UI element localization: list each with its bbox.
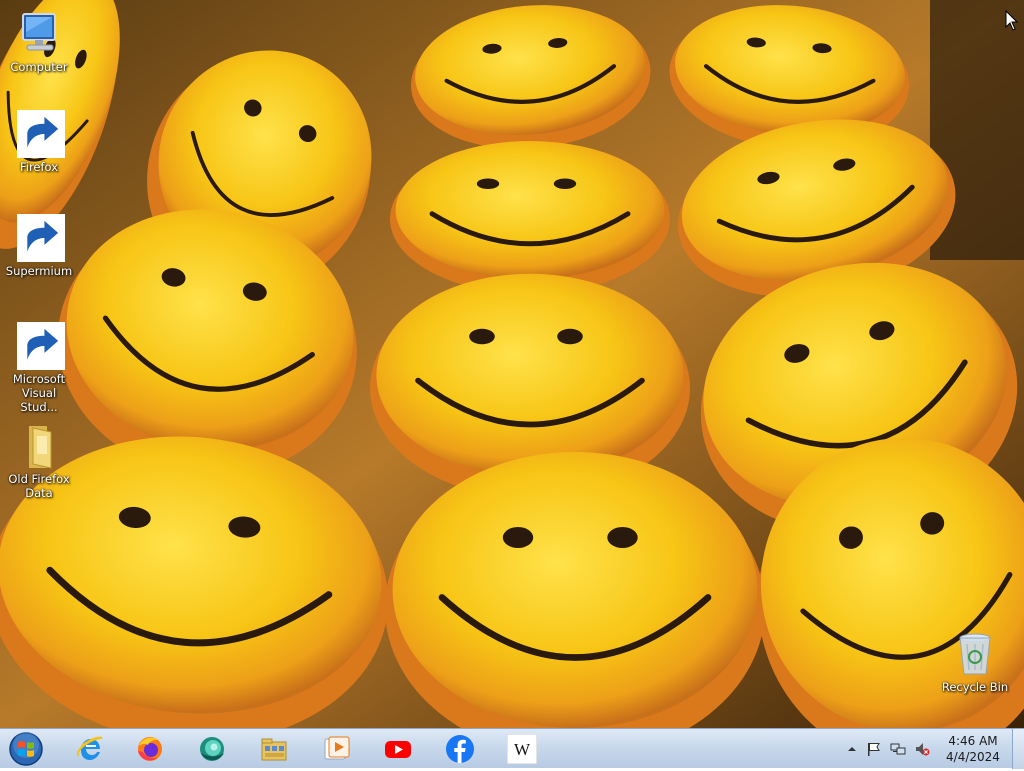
facebook-icon <box>446 735 474 763</box>
taskbar-button-firefox[interactable] <box>124 732 176 766</box>
start-button[interactable] <box>6 731 46 767</box>
internet-explorer-icon <box>76 736 103 760</box>
desktop-icon-old-firefox-data[interactable]: Old Firefox Data <box>2 422 76 500</box>
supermium-icon <box>15 214 65 262</box>
media-player-icon <box>324 736 350 760</box>
windows-start-icon <box>9 732 43 766</box>
volume-muted-icon[interactable] <box>914 741 930 757</box>
youtube-icon <box>385 741 411 758</box>
taskbar-button-file-explorer[interactable] <box>248 732 300 766</box>
desktop-icon-firefox[interactable]: Firefox <box>2 110 76 174</box>
taskbar-button-media-player[interactable] <box>310 732 362 766</box>
mouse-cursor-icon <box>1005 10 1019 31</box>
desktop-icon-label: Supermium <box>5 264 73 278</box>
wikipedia-icon: W <box>507 734 537 764</box>
wallpaper-smiley-donuts <box>0 0 1024 728</box>
wikipedia-glyph: W <box>514 740 531 759</box>
computer-icon <box>15 10 63 58</box>
visual-studio-icon <box>15 322 65 370</box>
clock-time: 4:46 AM <box>948 734 998 748</box>
taskbar-button-facebook[interactable] <box>434 732 486 766</box>
firefox-icon <box>138 737 162 761</box>
desktop-icon-label: Old Firefox Data <box>8 472 70 500</box>
taskbar-button-wikipedia[interactable]: W <box>496 732 548 766</box>
desktop-icon-recycle-bin[interactable]: Recycle Bin <box>938 630 1012 694</box>
shortcut-arrow-icon <box>17 322 65 370</box>
action-center-flag-icon[interactable] <box>866 741 882 757</box>
folder-icon <box>15 422 63 470</box>
desktop-icon-label: Microsoft Visual Stud... <box>12 372 66 414</box>
network-icon[interactable] <box>890 741 906 757</box>
clock[interactable]: 4:46 AM 4/4/2024 <box>934 733 1012 765</box>
supermium-icon <box>200 737 224 761</box>
taskbar-button-youtube[interactable] <box>372 732 424 766</box>
show-hidden-icons-arrow[interactable] <box>844 741 860 757</box>
file-explorer-icon <box>261 738 287 761</box>
desktop-icon-label: Firefox <box>19 160 59 174</box>
desktop-icon-label: Computer <box>10 60 68 74</box>
shortcut-arrow-icon <box>17 214 65 262</box>
desktop-icon-label: Recycle Bin <box>941 680 1009 694</box>
show-desktop-button[interactable] <box>1012 729 1024 769</box>
taskbar-button-internet-explorer[interactable] <box>64 732 116 766</box>
desktop-icon-computer[interactable]: Computer <box>2 10 76 74</box>
taskbar: W 4:46 AM 4/4/2024 <box>0 728 1024 769</box>
desktop[interactable]: Computer Firefox Supermium Microsoft Vis… <box>0 0 1024 728</box>
firefox-icon <box>15 110 65 158</box>
recycle-bin-icon <box>951 630 999 678</box>
clock-date: 4/4/2024 <box>946 750 1000 764</box>
desktop-icon-supermium[interactable]: Supermium <box>2 214 76 278</box>
taskbar-button-supermium[interactable] <box>186 732 238 766</box>
shortcut-arrow-icon <box>17 110 65 158</box>
desktop-icon-visual-studio[interactable]: Microsoft Visual Stud... <box>2 322 76 414</box>
